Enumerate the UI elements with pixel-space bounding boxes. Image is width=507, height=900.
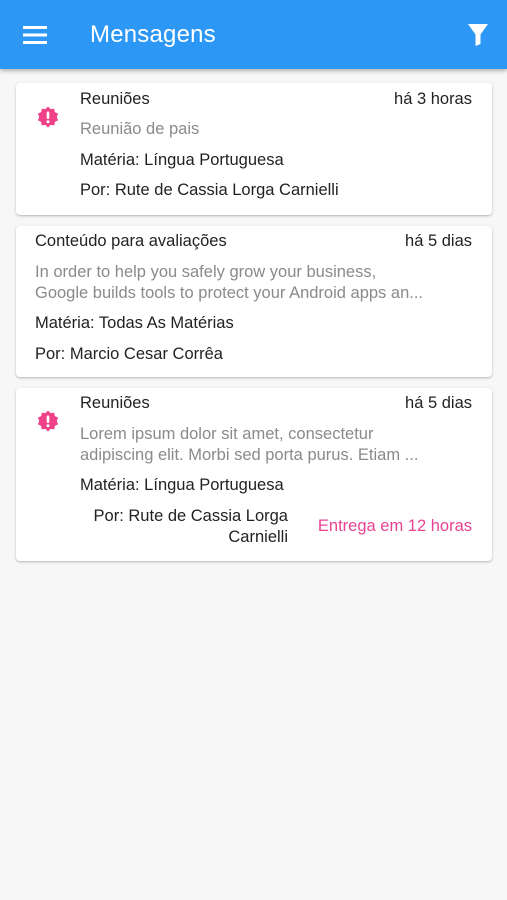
message-subject: Reuniões	[80, 90, 150, 108]
message-time: há 5 dias	[405, 394, 472, 412]
message-preview-line-1: Lorem ipsum dolor sit amet, consectetur	[80, 425, 374, 443]
app-bar: Mensagens	[0, 0, 507, 69]
message-preview-line-2: adipiscing elit. Morbi sed porta purus. …	[80, 446, 419, 464]
message-preview-line-2: Google builds tools to protect your Andr…	[35, 284, 423, 302]
message-preview: Reunião de pais	[80, 120, 200, 138]
message-card[interactable]: Reuniões há 5 dias Lorem ipsum dolor sit…	[16, 388, 492, 561]
page-title: Mensagens	[90, 21, 216, 48]
message-card[interactable]: Conteúdo para avaliações há 5 dias In or…	[16, 226, 492, 377]
message-author: Por: Marcio Cesar Corrêa	[35, 345, 223, 363]
message-card[interactable]: Reuniões há 3 horas Reunião de pais Maté…	[16, 83, 492, 215]
message-school-subject: Matéria: Língua Portuguesa	[80, 151, 284, 169]
message-time: há 3 horas	[394, 90, 472, 108]
filter-button[interactable]	[458, 15, 498, 55]
alert-badge-icon	[36, 105, 60, 129]
alert-badge-icon	[36, 409, 60, 433]
message-subject: Reuniões	[80, 394, 150, 412]
message-author-line-2: Carnielli	[228, 528, 288, 546]
message-school-subject: Matéria: Todas As Matérias	[35, 314, 234, 332]
hamburger-menu-icon	[14, 15, 56, 55]
message-school-subject: Matéria: Língua Portuguesa	[80, 476, 284, 494]
message-author-line-1: Por: Rute de Cassia Lorga	[93, 507, 288, 525]
menu-button[interactable]	[14, 15, 56, 55]
message-author: Por: Rute de Cassia Lorga Carnielli	[80, 506, 288, 548]
message-author: Por: Rute de Cassia Lorga Carnielli	[80, 181, 339, 199]
message-preview-line-1: In order to help you safely grow your bu…	[35, 263, 377, 281]
filter-funnel-icon	[458, 15, 498, 55]
message-time: há 5 dias	[405, 232, 472, 250]
message-subject: Conteúdo para avaliações	[35, 232, 227, 250]
deadline-label: Entrega em 12 horas	[317, 517, 472, 535]
